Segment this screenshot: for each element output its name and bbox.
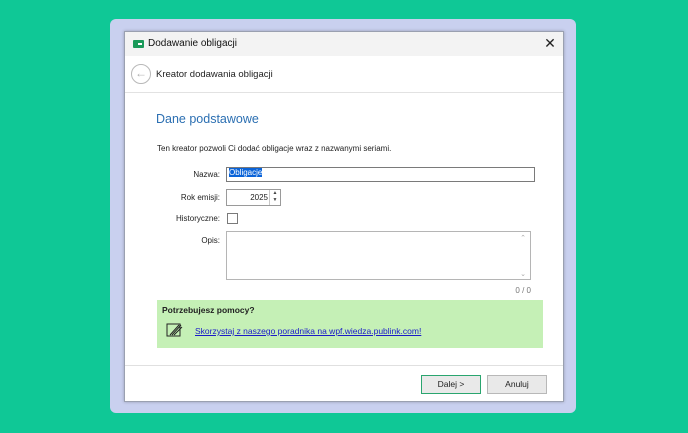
- title-bar[interactable]: Dodawanie obligacji ✕: [125, 32, 563, 56]
- char-counter: 0 / 0: [515, 286, 531, 295]
- historic-checkbox[interactable]: [227, 213, 238, 224]
- folder-money-icon: [133, 40, 144, 48]
- scroll-up-icon[interactable]: ⌃: [520, 234, 526, 242]
- help-link[interactable]: Skorzystaj z naszego poradnika na wpf.wi…: [195, 326, 421, 336]
- window-title: Dodawanie obligacji: [148, 38, 237, 49]
- cancel-button[interactable]: Anuluj: [487, 375, 547, 394]
- year-stepper[interactable]: 2025 ▲ ▼: [226, 189, 281, 206]
- help-panel: Potrzebujesz pomocy? Skorzystaj z naszeg…: [157, 300, 543, 348]
- help-title: Potrzebujesz pomocy?: [162, 305, 255, 315]
- spin-down-icon[interactable]: ▼: [270, 197, 280, 204]
- book-pencil-icon: [166, 323, 183, 337]
- intro-text: Ten kreator pozwoli Ci dodać obligacje w…: [157, 144, 392, 153]
- next-button[interactable]: Dalej >: [421, 375, 481, 394]
- back-button[interactable]: ←: [131, 64, 151, 84]
- name-input[interactable]: Obligacje: [226, 167, 535, 182]
- description-textarea[interactable]: ⌃ ⌄: [226, 231, 531, 280]
- add-bonds-dialog: Dodawanie obligacji ✕ ← Kreator dodawani…: [124, 31, 564, 402]
- close-button[interactable]: ✕: [543, 36, 557, 50]
- footer-divider: [125, 365, 563, 366]
- historic-label: Historyczne:: [175, 214, 220, 223]
- scroll-down-icon[interactable]: ⌄: [520, 270, 526, 278]
- year-label: Rok emisji:: [180, 193, 220, 202]
- name-label: Nazwa:: [193, 170, 220, 179]
- year-spin-buttons[interactable]: ▲ ▼: [269, 190, 280, 205]
- description-label: Opis:: [201, 236, 220, 245]
- name-value: Obligacje: [229, 168, 263, 177]
- year-value: 2025: [250, 193, 268, 202]
- section-title: Dane podstawowe: [156, 112, 259, 126]
- spin-up-icon[interactable]: ▲: [270, 190, 280, 197]
- wizard-title: Kreator dodawania obligacji: [156, 69, 273, 80]
- wizard-header: ← Kreator dodawania obligacji: [125, 56, 563, 93]
